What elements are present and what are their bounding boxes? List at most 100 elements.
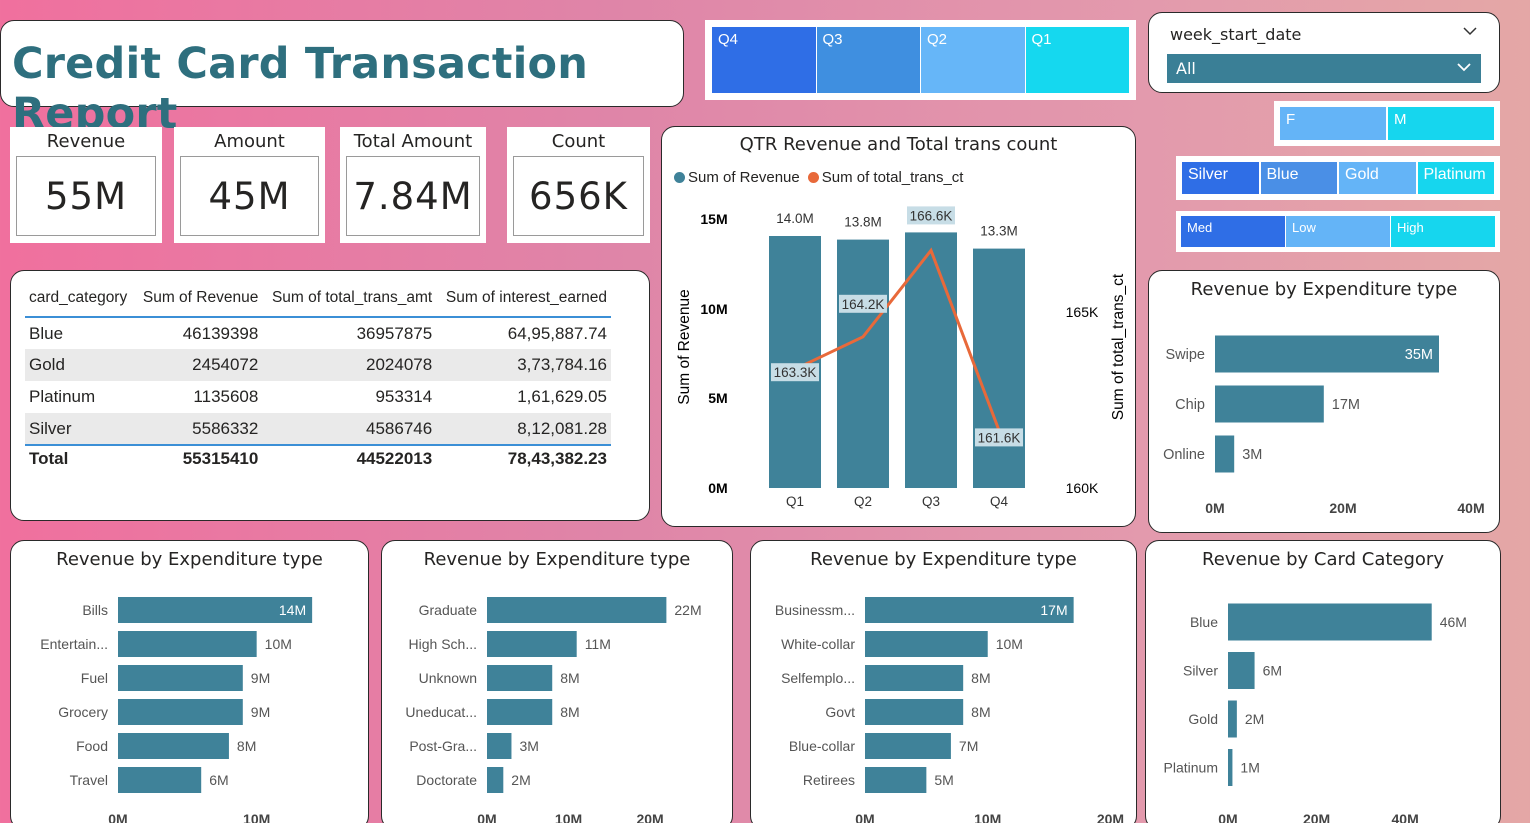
chevron-down-icon	[1455, 59, 1473, 78]
x-tick-label: 20M	[636, 811, 663, 823]
data-table: card_category Sum of Revenue Sum of tota…	[25, 279, 611, 471]
category-label: Swipe	[1166, 347, 1206, 363]
bar[interactable]	[118, 733, 229, 759]
week-dropdown[interactable]: All	[1167, 54, 1481, 83]
gender-option-f[interactable]: F	[1280, 107, 1386, 140]
hbar-chart[interactable]: Blue 46M Silver 6M Gold 2M Platinum 1M 0M 20M 40M	[1146, 541, 1502, 823]
kpi-total-amount: Total Amount 7.84M	[340, 127, 486, 243]
revenue-by-expenditure-card: Revenue by Expenditure type Bills 14M Ente…	[10, 540, 369, 823]
card-option-platinum[interactable]: Platinum	[1417, 162, 1494, 194]
interest-option-med[interactable]: Med	[1181, 216, 1285, 247]
week-start-date-slicer: week_start_date All	[1148, 12, 1500, 93]
bar[interactable]	[1228, 603, 1432, 641]
bar[interactable]	[1215, 385, 1324, 423]
bar-data-label: 3M	[519, 738, 538, 754]
table-cell: 78,43,382.23	[436, 444, 611, 471]
bar-data-label: 8M	[560, 704, 579, 720]
bar[interactable]	[487, 733, 512, 759]
bar[interactable]	[487, 597, 667, 623]
column-header[interactable]: Sum of Revenue	[134, 279, 263, 318]
category-label: Gold	[1188, 711, 1218, 727]
bar[interactable]	[487, 631, 577, 657]
bar-data-label: 35M	[1405, 347, 1433, 363]
revenue-bar[interactable]	[905, 232, 957, 488]
category-label: Silver	[1183, 663, 1218, 679]
card-option-silver[interactable]: Silver	[1182, 162, 1259, 194]
bar-data-label: 17M	[1332, 397, 1360, 413]
x-tick-label: 0M	[1205, 500, 1224, 516]
column-header[interactable]: card_category	[25, 279, 135, 318]
category-label: Selfemplo...	[781, 670, 855, 686]
hbar-chart[interactable]: Swipe 35M Chip 17M Online 3M 0M 20M 40M	[1149, 271, 1501, 534]
collapse-chevron-icon[interactable]	[1461, 23, 1479, 37]
revenue-bar[interactable]	[973, 248, 1025, 488]
gender-option-m[interactable]: M	[1388, 107, 1494, 140]
revenue-bar[interactable]	[837, 239, 889, 488]
kpi-revenue: Revenue 55M	[10, 127, 162, 243]
bar[interactable]	[865, 699, 964, 725]
y-tick-label: 0M	[708, 480, 727, 496]
table-cell: Total	[25, 444, 135, 471]
trans-count-line[interactable]	[794, 247, 1001, 431]
week-dropdown-value: All	[1176, 59, 1196, 78]
bar[interactable]	[865, 665, 964, 691]
bar[interactable]	[118, 665, 243, 691]
table-cell: 1,61,629.05	[517, 387, 607, 406]
interest-option-low[interactable]: Low	[1286, 216, 1390, 247]
x-tick-label: 0M	[855, 811, 874, 823]
bar-data-label: 11M	[585, 636, 611, 652]
bar-data-label: 10M	[996, 636, 1023, 652]
revenue-by-card-category-card: Revenue by Card Category Blue 46M Silver 6M…	[1145, 540, 1501, 823]
kpi-label: Total Amount	[353, 131, 473, 152]
bar[interactable]	[118, 631, 257, 657]
table-row[interactable]: Blue 46139398 36957875 64,95,887.74	[25, 317, 611, 349]
bar[interactable]	[118, 767, 202, 793]
bar[interactable]	[1228, 749, 1233, 786]
quarter-option-q3[interactable]: Q3	[816, 27, 920, 93]
hbar-chart[interactable]: Graduate 22M High Sch... 11M Unknown 8M Uneduc…	[382, 541, 734, 823]
bar[interactable]	[1215, 435, 1235, 473]
table-cell: 2454072	[134, 349, 263, 381]
column-header[interactable]: Sum of interest_earned	[436, 279, 611, 318]
category-label: Travel	[70, 772, 108, 788]
hbar-chart[interactable]: Businessm... 17M White-collar 10M Selfemplo.…	[751, 541, 1138, 823]
bar[interactable]	[1228, 652, 1255, 689]
category-label: Online	[1163, 447, 1205, 463]
table-cell: Silver	[25, 413, 135, 445]
card-option-blue[interactable]: Blue	[1260, 162, 1337, 194]
combo-chart-plot[interactable]: 15M 10M 5M 0M 165K 160K Sum of Revenue S…	[662, 127, 1137, 528]
category-label: Retirees	[803, 772, 855, 788]
week-slicer-label: week_start_date	[1170, 25, 1302, 44]
bar[interactable]	[1228, 700, 1237, 738]
quarter-option-q2[interactable]: Q2	[921, 27, 1025, 93]
card-option-gold[interactable]: Gold	[1339, 162, 1416, 194]
column-header[interactable]: Sum of total_trans_amt	[262, 279, 437, 318]
table-cell: 953314	[375, 387, 433, 406]
table-row[interactable]: Platinum 1135608 953314 1,61,629.05	[25, 381, 611, 413]
x-tick-label: 20M	[1303, 811, 1330, 823]
x-tick-label: 40M	[1392, 811, 1419, 823]
quarter-slicer: Q4 Q3 Q2 Q1	[705, 20, 1136, 100]
category-label: Uneducat...	[405, 704, 477, 720]
line-data-label: 163.3K	[774, 365, 817, 380]
quarter-option-q4[interactable]: Q4	[712, 27, 816, 93]
table-cell: 44522013	[262, 444, 437, 471]
hbar-chart[interactable]: Bills 14M Entertain... 10M Fuel 9M Grocery 9M Fo…	[11, 541, 370, 823]
bar[interactable]	[865, 631, 988, 657]
x-tick-label: 0M	[1218, 811, 1237, 823]
table-row[interactable]: Gold 2454072 2024078 3,73,784.16	[25, 349, 611, 381]
interest-option-high[interactable]: High	[1391, 216, 1495, 247]
quarter-option-q1[interactable]: Q1	[1025, 27, 1129, 93]
x-tick-label: Q4	[990, 494, 1009, 509]
table-row[interactable]: Silver 5586332 4586746 8,12,081.28	[25, 413, 611, 445]
bar-data-label: 46M	[1440, 614, 1467, 630]
bar[interactable]	[118, 699, 243, 725]
bar-data-label: 14.0M	[776, 211, 814, 226]
bar[interactable]	[487, 699, 553, 725]
x-tick-label: 20M	[1329, 500, 1356, 516]
bar[interactable]	[865, 767, 927, 793]
bar[interactable]	[487, 767, 504, 793]
bar[interactable]	[865, 733, 951, 759]
bar[interactable]	[487, 665, 553, 691]
kpi-label: Amount	[214, 131, 285, 152]
